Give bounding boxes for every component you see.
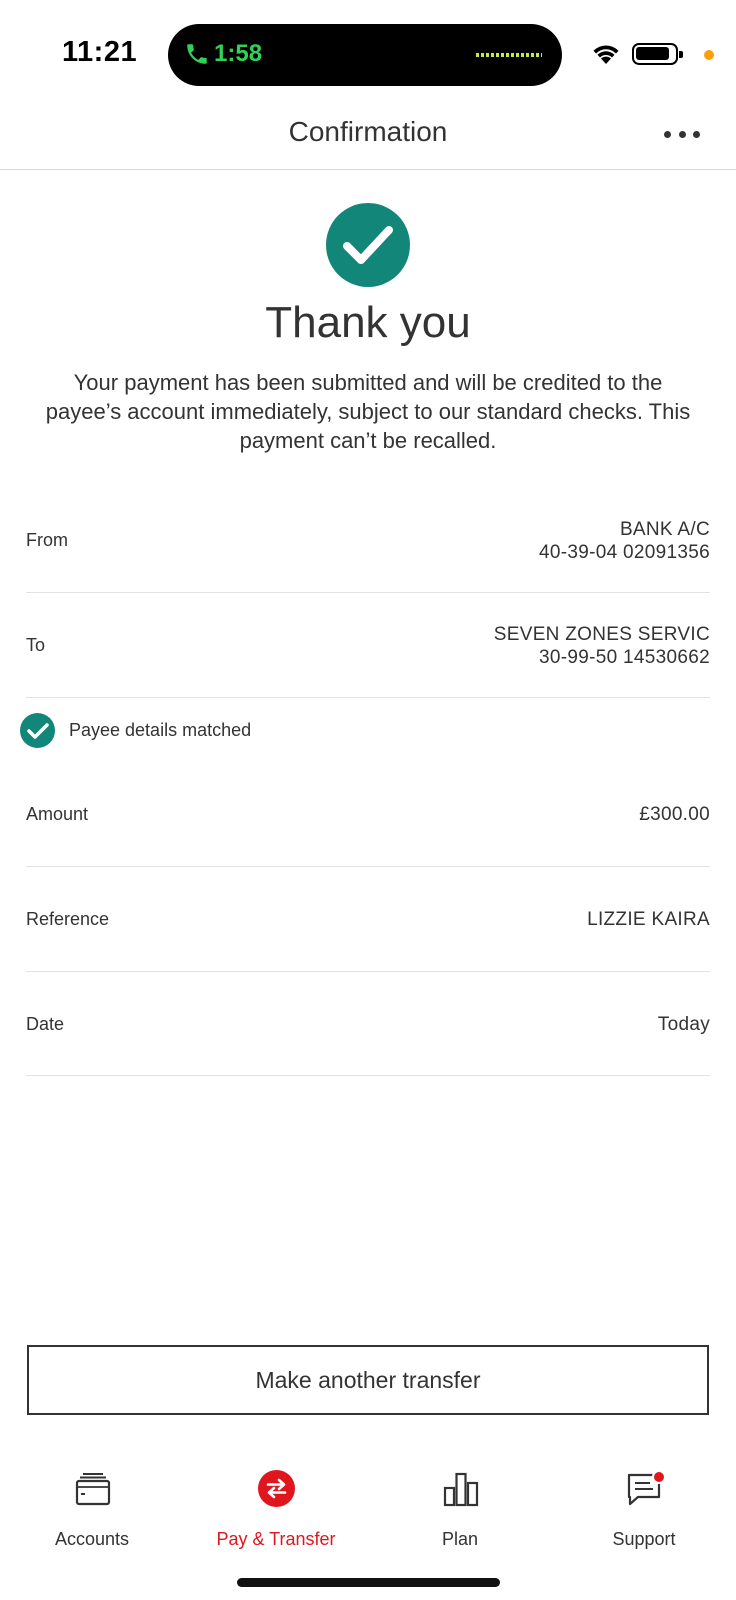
detail-row-amount: Amount £300.00 <box>26 762 710 867</box>
tab-label: Pay & Transfer <box>216 1529 336 1549</box>
to-account-name: SEVEN ZONES SERVIC <box>493 624 710 645</box>
tab-label: Plan <box>441 1529 479 1549</box>
reference-label: Reference <box>26 909 110 929</box>
to-value: SEVEN ZONES SERVIC 30-99-50 14530662 <box>494 623 710 669</box>
call-timer: 1:58 <box>214 40 263 67</box>
to-label: To <box>26 635 46 655</box>
more-options-button[interactable] <box>656 118 708 150</box>
dynamic-island-call[interactable]: 1:58 <box>168 24 562 86</box>
privacy-indicator-dot <box>704 50 714 60</box>
amount-value: £300.00 <box>639 804 710 825</box>
to-account-number: 30-99-50 14530662 <box>539 647 710 668</box>
notification-badge <box>652 1470 666 1484</box>
more-horizontal-icon <box>664 130 671 138</box>
from-account-name: BANK A/C <box>619 519 710 540</box>
bottom-tab-bar: Accounts Pay & Transfer Plan Support <box>0 1455 736 1565</box>
home-indicator[interactable] <box>237 1578 500 1587</box>
from-label: From <box>26 530 68 550</box>
amount-label: Amount <box>26 804 89 824</box>
audio-waveform-icon <box>476 53 542 57</box>
tab-label: Accounts <box>54 1529 130 1549</box>
reference-value: LIZZIE KAIRA <box>587 909 710 930</box>
wallet-icon <box>75 1473 111 1506</box>
tab-label: Support <box>612 1529 676 1549</box>
tab-accounts[interactable]: Accounts <box>0 1455 184 1555</box>
date-value: Today <box>657 1014 710 1035</box>
date-label: Date <box>26 1014 65 1034</box>
check-circle-icon <box>326 203 410 287</box>
status-bar: 11:21 1:58 <box>0 0 736 100</box>
wifi-icon <box>593 45 619 64</box>
make-another-transfer-button[interactable]: Make another transfer <box>27 1345 709 1415</box>
transfer-icon <box>258 1470 295 1507</box>
payee-match-label: Payee details matched <box>69 720 252 740</box>
nav-header: Confirmation <box>0 100 736 170</box>
success-heading: Thank you <box>265 298 471 347</box>
detail-row-date: Date Today <box>26 972 710 1076</box>
tab-pay-transfer[interactable]: Pay & Transfer <box>184 1455 368 1555</box>
payee-match-status: Payee details matched <box>20 712 420 748</box>
check-circle-icon <box>20 713 55 748</box>
from-account-number: 40-39-04 02091356 <box>539 542 710 563</box>
bar-chart-icon <box>443 1472 479 1507</box>
success-message: Your payment has been submitted and will… <box>45 370 691 453</box>
from-value: BANK A/C 40-39-04 02091356 <box>539 518 710 564</box>
detail-row-reference: Reference LIZZIE KAIRA <box>26 867 710 972</box>
detail-row-from: From BANK A/C 40-39-04 02091356 <box>26 505 710 593</box>
tab-plan[interactable]: Plan <box>368 1455 552 1555</box>
tab-support[interactable]: Support <box>552 1455 736 1555</box>
detail-row-to: To SEVEN ZONES SERVIC 30-99-50 14530662 <box>26 593 710 698</box>
status-time: 11:21 <box>62 36 138 68</box>
battery-icon <box>632 43 683 65</box>
phone-icon <box>187 44 207 64</box>
page-title: Confirmation <box>288 116 448 147</box>
